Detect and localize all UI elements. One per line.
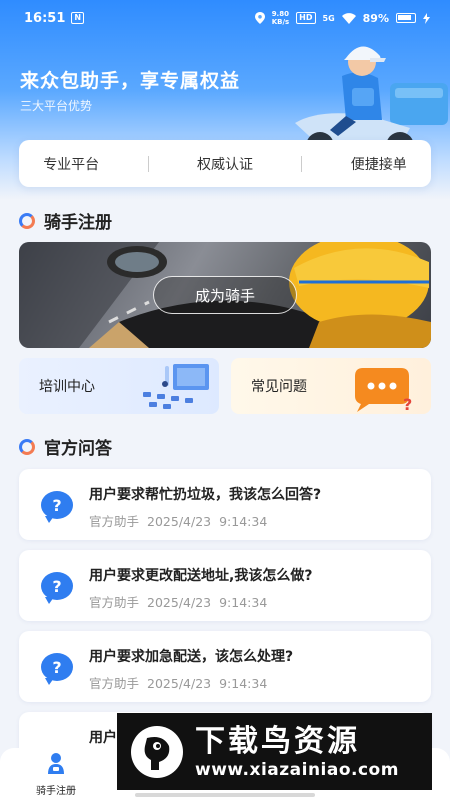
hero-subtitle: 三大平台优势 bbox=[20, 99, 93, 113]
charging-icon bbox=[423, 12, 430, 24]
wifi-icon bbox=[341, 12, 356, 24]
section-ring-icon bbox=[19, 438, 35, 455]
qa-time: 9:14:34 bbox=[219, 676, 268, 691]
advantage-professional-platform[interactable]: 专业平台 bbox=[43, 154, 99, 174]
qa-meta: 官方助手 2025/4/23 9:14:34 bbox=[89, 673, 275, 692]
qa-question: 用户要求帮忙扔垃圾，我该怎么回答? bbox=[89, 487, 322, 503]
hd-badge: HD bbox=[296, 12, 316, 24]
training-center-card[interactable]: 培训中心 bbox=[19, 358, 219, 414]
qa-question: 用户要求加急配送，该怎么处理? bbox=[89, 649, 294, 665]
official-qa-section-title: 官方问答 bbox=[19, 434, 112, 459]
home-indicator[interactable] bbox=[135, 793, 315, 797]
network-speed: 9.80 KB/s bbox=[271, 10, 290, 26]
question-bubble-icon: ? bbox=[41, 653, 73, 685]
signal-icon: 5G bbox=[322, 13, 335, 23]
svg-text:?: ? bbox=[403, 395, 412, 412]
faq-label: 常见问题 bbox=[251, 379, 307, 395]
watermark-overlay: 下载鸟资源 www.xiazainiao.com bbox=[117, 713, 432, 790]
qa-author: 官方助手 bbox=[89, 676, 140, 691]
qa-date: 2025/4/23 bbox=[147, 676, 212, 691]
qa-author: 官方助手 bbox=[89, 595, 140, 610]
divider bbox=[147, 155, 149, 172]
bird-logo-icon bbox=[131, 725, 183, 778]
qa-time: 9:14:34 bbox=[219, 514, 268, 529]
rider-register-section-title: 骑手注册 bbox=[19, 208, 112, 233]
qa-question: 用户 bbox=[89, 730, 117, 746]
qa-item[interactable]: ? 用户要求加急配送，该怎么处理? 官方助手 2025/4/23 9:14:34 bbox=[19, 631, 431, 702]
question-bubble-icon: ? bbox=[41, 572, 73, 604]
platform-advantages-card: 专业平台 权威认证 便捷接单 bbox=[19, 140, 431, 187]
nav-item-rider-register[interactable]: 骑手注册 bbox=[26, 752, 86, 797]
become-rider-banner[interactable]: 成为骑手 bbox=[19, 242, 431, 348]
nav-label: 骑手注册 bbox=[36, 786, 76, 797]
qa-author: 官方助手 bbox=[89, 514, 140, 529]
question-bubble-icon: ? bbox=[41, 491, 73, 523]
section-ring-icon bbox=[19, 212, 35, 229]
location-icon bbox=[254, 12, 265, 24]
qa-meta: 官方助手 2025/4/23 9:14:34 bbox=[89, 511, 275, 530]
watermark-url: www.xiazainiao.com bbox=[195, 759, 399, 780]
qa-item[interactable]: ? 用户要求更改配送地址,我该怎么做? 官方助手 2025/4/23 9:14:34 bbox=[19, 550, 431, 621]
qa-item[interactable]: ? 用户要求帮忙扔垃圾，我该怎么回答? 官方助手 2025/4/23 9:14:34 bbox=[19, 469, 431, 540]
qa-date: 2025/4/23 bbox=[147, 514, 212, 529]
training-center-label: 培训中心 bbox=[39, 379, 95, 395]
qa-meta: 官方助手 2025/4/23 9:14:34 bbox=[89, 592, 275, 611]
battery-percent: 89% bbox=[362, 11, 389, 25]
faq-card[interactable]: 常见问题 ? bbox=[231, 358, 431, 414]
divider bbox=[301, 155, 303, 172]
advantage-convenient-orders[interactable]: 便捷接单 bbox=[351, 154, 407, 174]
advantage-authoritative-certification[interactable]: 权威认证 bbox=[197, 154, 253, 174]
qa-question: 用户要求更改配送地址,我该怎么做? bbox=[89, 568, 313, 584]
watermark-title: 下载鸟资源 bbox=[195, 723, 360, 759]
become-rider-button[interactable]: 成为骑手 bbox=[153, 276, 297, 314]
qa-time: 9:14:34 bbox=[219, 595, 268, 610]
training-illustration-icon bbox=[143, 364, 209, 409]
qa-date: 2025/4/23 bbox=[147, 595, 212, 610]
chat-bubble-icon: ? bbox=[355, 368, 412, 412]
app-notification-badge: N bbox=[71, 12, 85, 24]
battery-icon bbox=[396, 13, 416, 23]
hero-title: 来众包助手，享专属权益 bbox=[20, 70, 241, 92]
status-time: 16:51 bbox=[24, 10, 66, 26]
rider-icon bbox=[48, 753, 64, 774]
